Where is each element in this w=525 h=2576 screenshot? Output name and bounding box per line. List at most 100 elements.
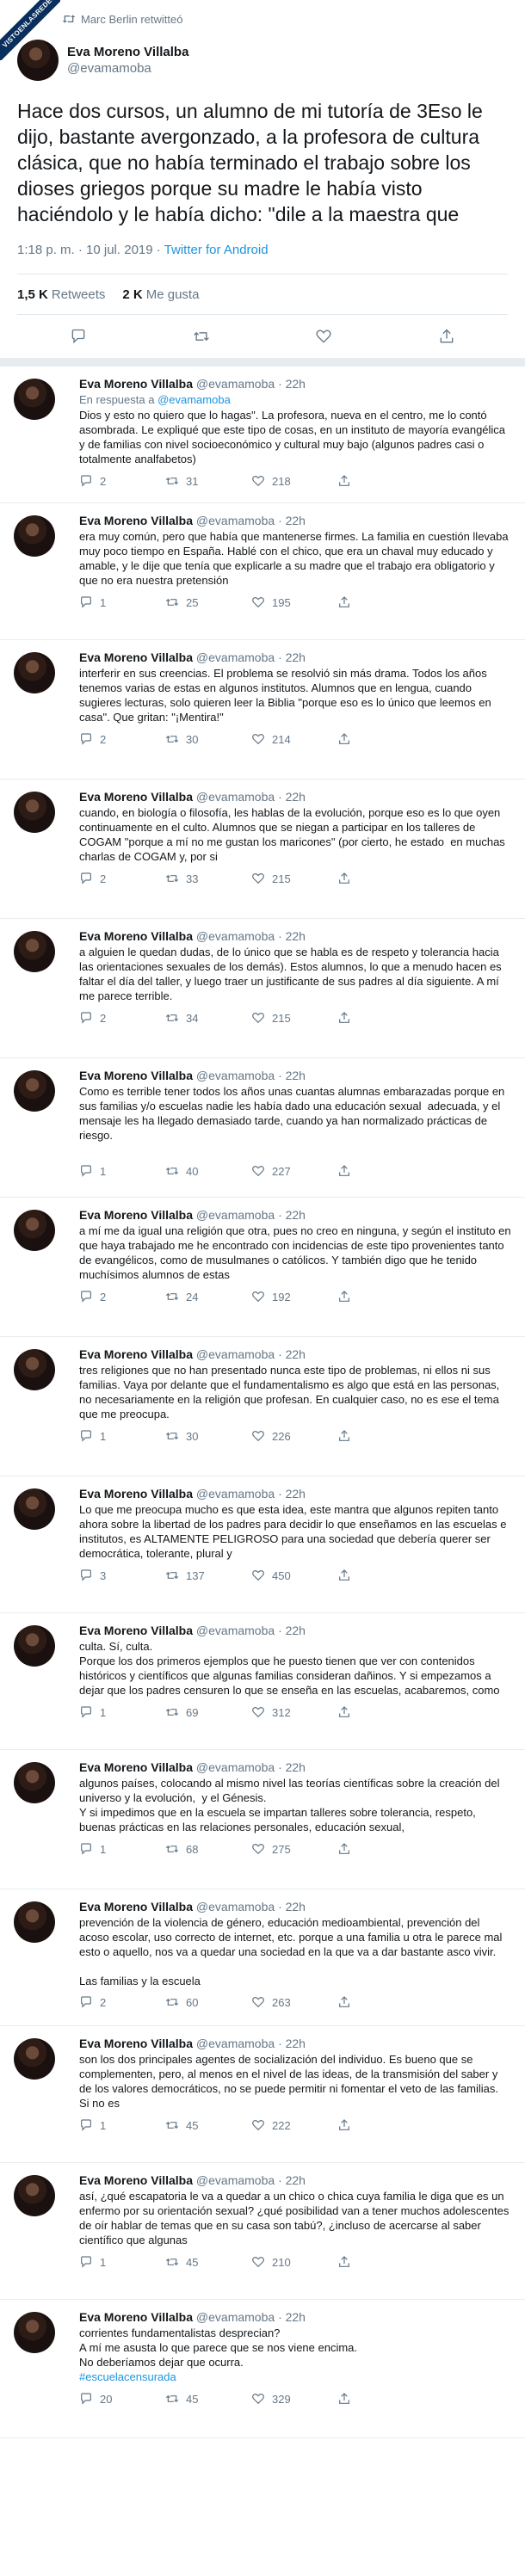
tweet-time[interactable]: · 22h bbox=[278, 1347, 306, 1361]
author-name[interactable]: Eva Moreno Villalba bbox=[79, 1487, 193, 1501]
reply-button[interactable]: 1 bbox=[79, 2118, 165, 2132]
retweet-button[interactable]: 24 bbox=[165, 1290, 251, 1303]
tweet-timestamp[interactable]: 1:18 p. m. · 10 jul. 2019 · bbox=[17, 243, 164, 257]
reply-tweet[interactable]: Eva Moreno Villalba @evamamoba · 22h son … bbox=[0, 2026, 525, 2163]
author-handle[interactable]: @evamamoba bbox=[196, 1347, 275, 1361]
share-button[interactable] bbox=[337, 1995, 358, 2009]
tweet-time[interactable]: · 22h bbox=[278, 1760, 306, 1774]
like-button[interactable]: 195 bbox=[251, 595, 337, 609]
retweet-button[interactable]: 40 bbox=[165, 1164, 251, 1178]
tweet-time[interactable]: · 22h bbox=[278, 1208, 306, 1222]
like-button[interactable]: 275 bbox=[251, 1842, 337, 1856]
reply-button[interactable]: 1 bbox=[79, 1705, 165, 1719]
retweet-button[interactable]: 31 bbox=[165, 474, 251, 488]
author-handle[interactable]: @evamamoba bbox=[196, 2173, 275, 2187]
author-name[interactable]: Eva Moreno Villalba bbox=[79, 1208, 193, 1222]
avatar[interactable] bbox=[14, 1210, 55, 1251]
tweet-time[interactable]: · 22h bbox=[278, 1069, 306, 1082]
like-button[interactable]: 192 bbox=[251, 1290, 337, 1303]
avatar[interactable] bbox=[14, 931, 55, 972]
author-name[interactable]: Eva Moreno Villalba bbox=[79, 2310, 193, 2324]
share-button[interactable] bbox=[337, 732, 358, 746]
reply-tweet[interactable]: Eva Moreno Villalba @evamamoba · 22h a al… bbox=[0, 919, 525, 1058]
retweet-button[interactable]: 137 bbox=[165, 1568, 251, 1582]
reply-button[interactable]: 2 bbox=[79, 474, 165, 488]
reply-tweet[interactable]: Eva Moreno Villalba @evamamoba · 22h En r… bbox=[0, 367, 525, 503]
author-name[interactable]: Eva Moreno Villalba bbox=[79, 514, 193, 527]
tweet-time[interactable]: · 22h bbox=[278, 790, 306, 804]
reply-tweet[interactable]: Eva Moreno Villalba @evamamoba · 22h prev… bbox=[0, 1889, 525, 2026]
avatar[interactable] bbox=[14, 792, 55, 833]
avatar[interactable] bbox=[14, 1625, 55, 1667]
tweet-source-link[interactable]: Twitter for Android bbox=[164, 243, 269, 257]
reply-button[interactable]: 1 bbox=[79, 1842, 165, 1856]
author-name[interactable]: Eva Moreno Villalba bbox=[79, 2173, 193, 2187]
like-button[interactable] bbox=[312, 324, 336, 348]
reply-tweet[interactable]: Eva Moreno Villalba @evamamoba · 22h así,… bbox=[0, 2163, 525, 2300]
share-button[interactable] bbox=[337, 1290, 358, 1303]
like-button[interactable]: 450 bbox=[251, 1568, 337, 1582]
author-handle[interactable]: @evamamoba bbox=[196, 514, 275, 527]
author-handle[interactable]: @evamamoba bbox=[196, 650, 275, 664]
share-button[interactable] bbox=[337, 1429, 358, 1443]
reply-to-handle-link[interactable]: @evamamoba bbox=[158, 393, 231, 406]
author-handle[interactable]: @evamamoba bbox=[196, 929, 275, 943]
share-button[interactable] bbox=[337, 1842, 358, 1856]
author-handle[interactable]: @evamamoba bbox=[196, 1208, 275, 1222]
author-name[interactable]: Eva Moreno Villalba bbox=[67, 45, 188, 59]
share-button[interactable] bbox=[337, 1568, 358, 1582]
reply-button[interactable]: 2 bbox=[79, 872, 165, 885]
reply-tweet[interactable]: Eva Moreno Villalba @evamamoba · 22h cult… bbox=[0, 1613, 525, 1750]
reply-button[interactable]: 1 bbox=[79, 1164, 165, 1178]
reply-button[interactable]: 1 bbox=[79, 2255, 165, 2269]
reply-button[interactable]: 20 bbox=[79, 2392, 165, 2406]
avatar[interactable] bbox=[14, 1349, 55, 1390]
retweet-button[interactable]: 69 bbox=[165, 1705, 251, 1719]
like-button[interactable]: 218 bbox=[251, 474, 337, 488]
reply-tweet[interactable]: Eva Moreno Villalba @evamamoba · 22h tres… bbox=[0, 1337, 525, 1476]
tweet-time[interactable]: · 22h bbox=[278, 2173, 306, 2187]
avatar[interactable] bbox=[14, 379, 55, 420]
author-name[interactable]: Eva Moreno Villalba bbox=[79, 790, 193, 804]
like-button[interactable]: 222 bbox=[251, 2118, 337, 2132]
reply-tweet[interactable]: Eva Moreno Villalba @evamamoba · 22h Lo q… bbox=[0, 1476, 525, 1613]
reply-button[interactable]: 2 bbox=[79, 1290, 165, 1303]
author-name[interactable]: Eva Moreno Villalba bbox=[79, 1760, 193, 1774]
reply-button[interactable]: 3 bbox=[79, 1568, 165, 1582]
share-button[interactable] bbox=[435, 324, 459, 348]
author-name[interactable]: Eva Moreno Villalba bbox=[79, 929, 193, 943]
reply-tweet[interactable]: Eva Moreno Villalba @evamamoba · 22h algu… bbox=[0, 1750, 525, 1889]
reply-button[interactable]: 2 bbox=[79, 732, 165, 746]
like-button[interactable]: 227 bbox=[251, 1164, 337, 1178]
reply-button[interactable]: 1 bbox=[79, 1429, 165, 1443]
share-button[interactable] bbox=[337, 872, 358, 885]
share-button[interactable] bbox=[337, 1705, 358, 1719]
like-button[interactable]: 215 bbox=[251, 1011, 337, 1025]
avatar[interactable] bbox=[14, 1070, 55, 1112]
avatar[interactable] bbox=[14, 2038, 55, 2080]
avatar[interactable] bbox=[14, 2312, 55, 2353]
tweet-author[interactable]: Eva Moreno Villalba @evamamoba bbox=[17, 36, 508, 84]
reply-tweet[interactable]: Eva Moreno Villalba @evamamoba · 22h inte… bbox=[0, 640, 525, 780]
share-button[interactable] bbox=[337, 1164, 358, 1178]
reply-tweet[interactable]: Eva Moreno Villalba @evamamoba · 22h a mí… bbox=[0, 1198, 525, 1337]
retweet-button[interactable]: 60 bbox=[165, 1995, 251, 2009]
tweet-time[interactable]: · 22h bbox=[278, 514, 306, 527]
retweets-stat[interactable]: 1,5 K Retweets bbox=[17, 287, 105, 302]
avatar[interactable] bbox=[14, 652, 55, 693]
author-handle[interactable]: @evamamoba bbox=[196, 2310, 275, 2324]
likes-stat[interactable]: 2 K Me gusta bbox=[122, 287, 199, 302]
like-button[interactable]: 214 bbox=[251, 732, 337, 746]
author-handle[interactable]: @evamamoba bbox=[67, 61, 188, 76]
author-name[interactable]: Eva Moreno Villalba bbox=[79, 1347, 193, 1361]
like-button[interactable]: 263 bbox=[251, 1995, 337, 2009]
share-button[interactable] bbox=[337, 595, 358, 609]
author-name[interactable]: Eva Moreno Villalba bbox=[79, 1069, 193, 1082]
author-handle[interactable]: @evamamoba bbox=[196, 1900, 275, 1914]
avatar[interactable] bbox=[14, 515, 55, 557]
share-button[interactable] bbox=[337, 2255, 358, 2269]
share-button[interactable] bbox=[337, 2118, 358, 2132]
like-button[interactable]: 226 bbox=[251, 1429, 337, 1443]
tweet-time[interactable]: · 22h bbox=[278, 1487, 306, 1501]
tweet-time[interactable]: · 22h bbox=[278, 2310, 306, 2324]
